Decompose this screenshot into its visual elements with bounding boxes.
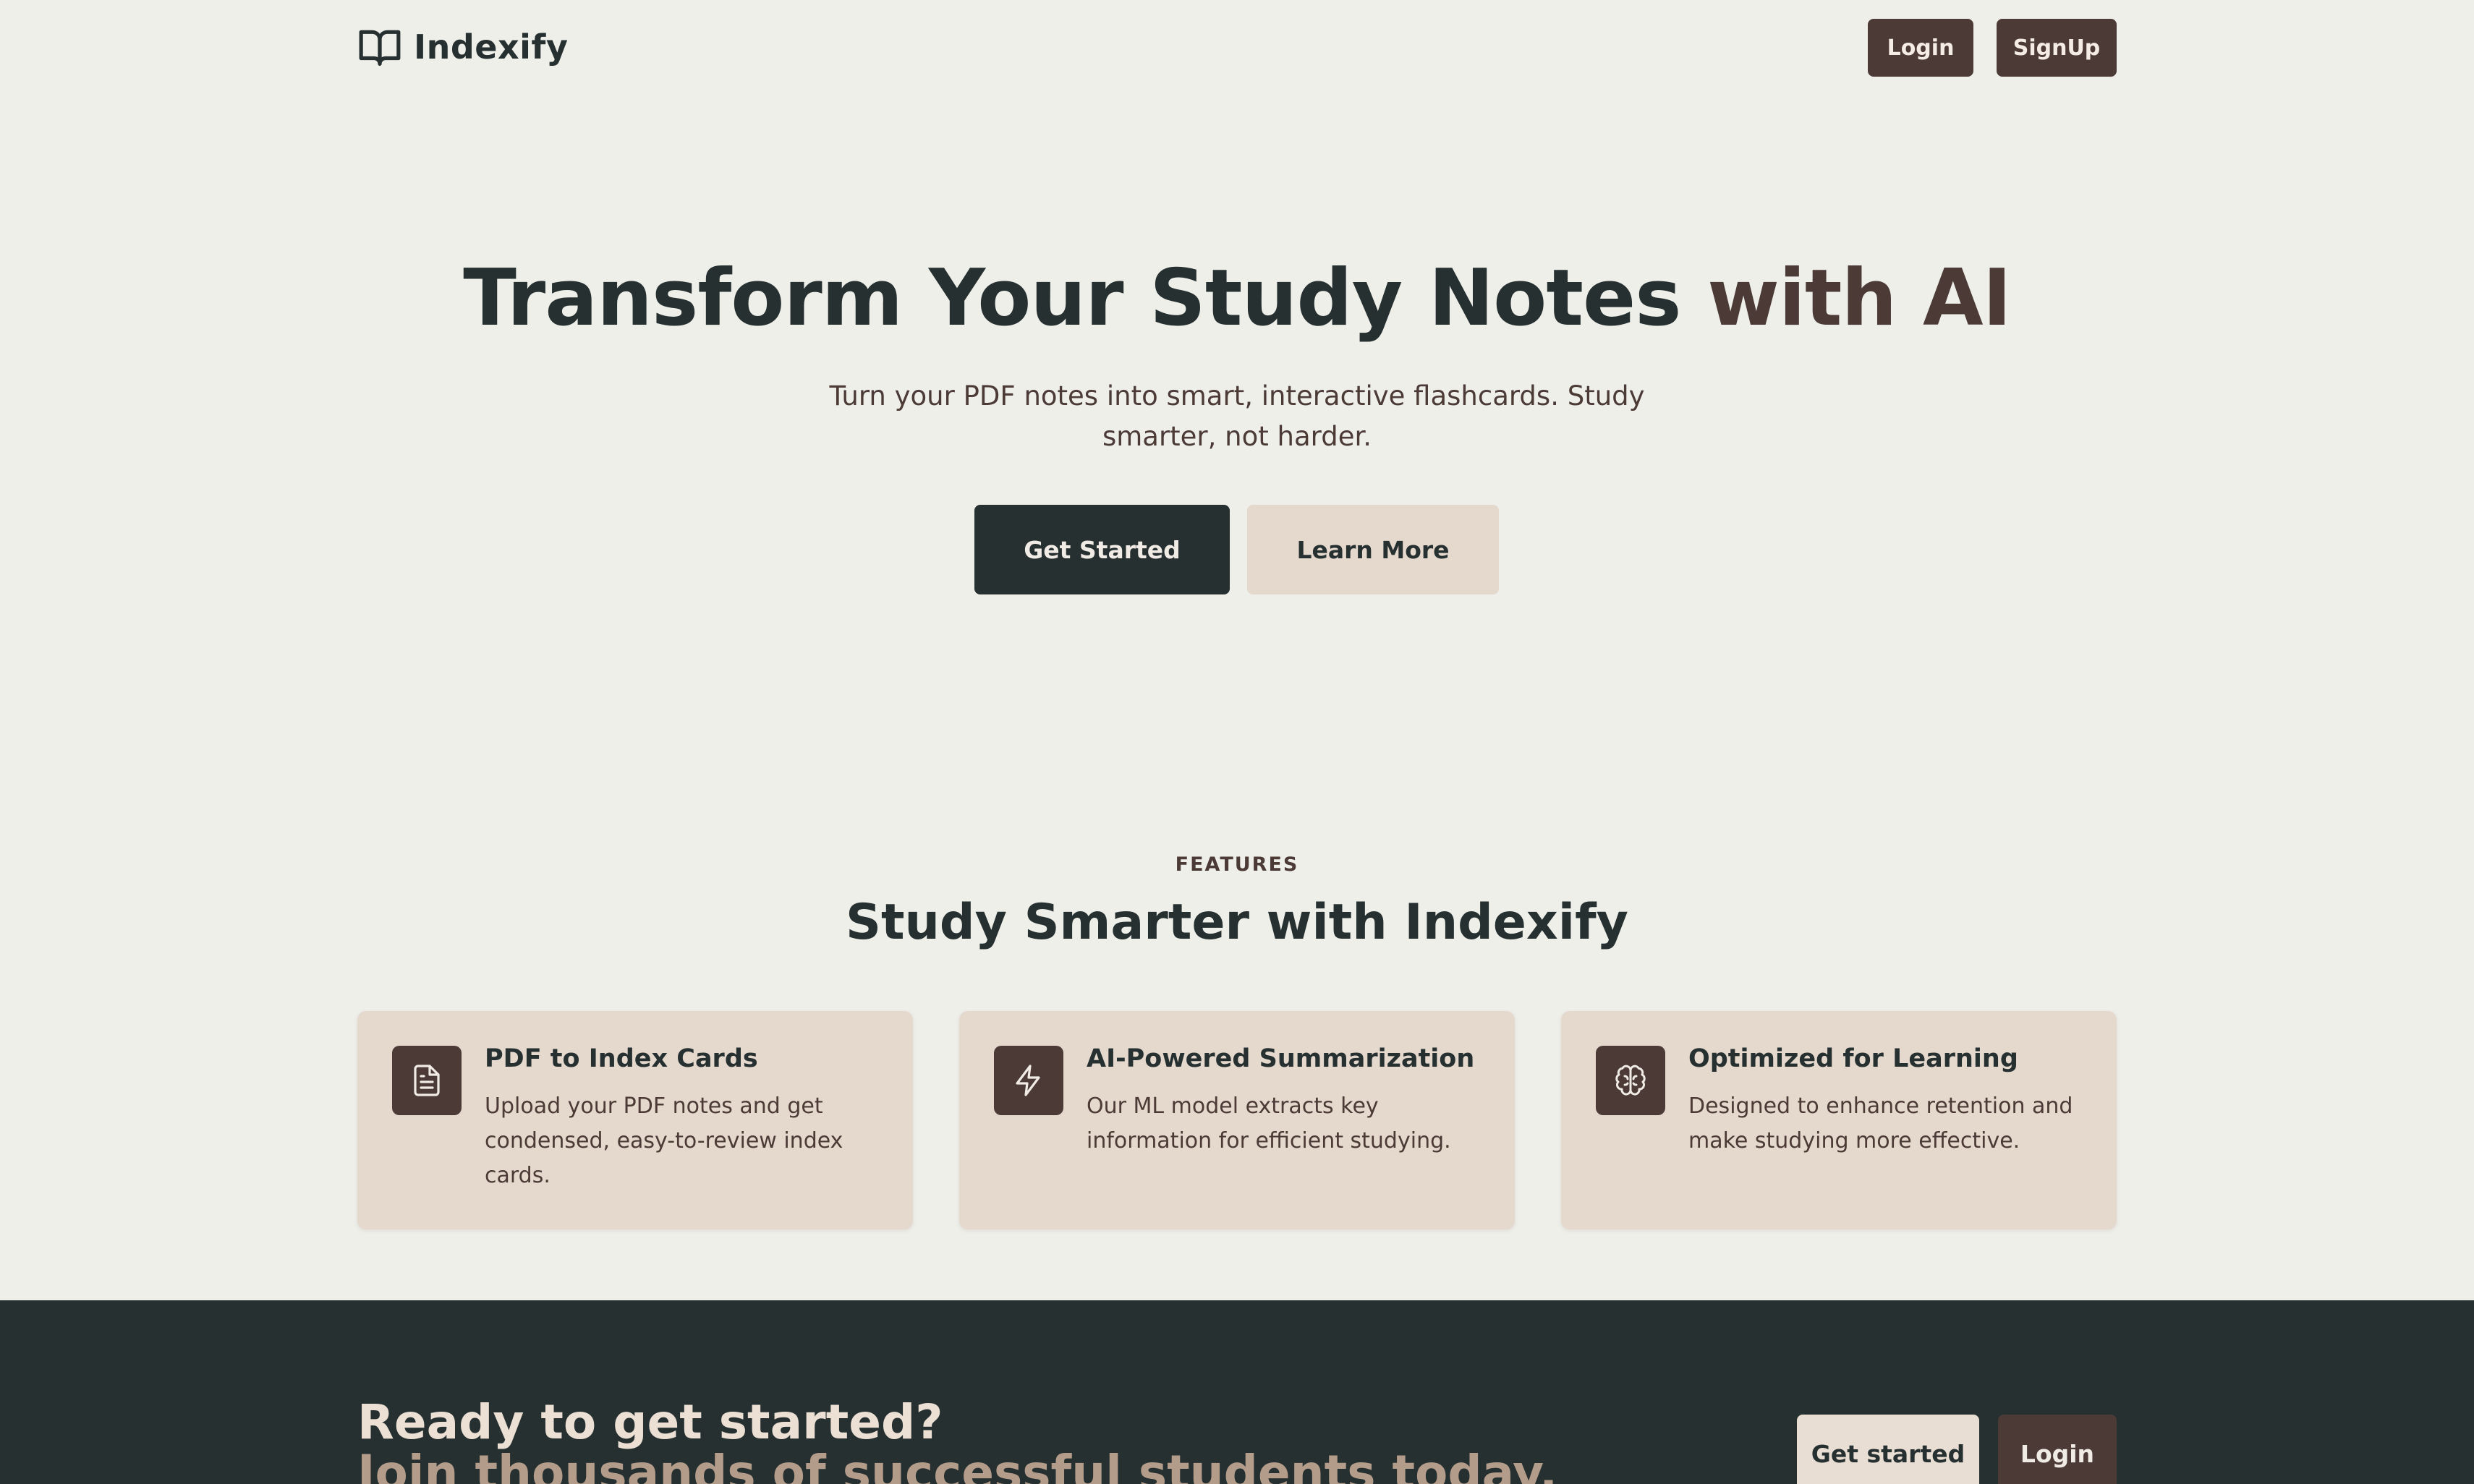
lightning-icon xyxy=(1016,1065,1040,1096)
cta-login-button[interactable]: Login xyxy=(1998,1415,2117,1484)
feature-title: AI-Powered Summarization xyxy=(1087,1044,1475,1073)
cta-get-started-button[interactable]: Get started xyxy=(1797,1415,1979,1484)
features-title: Study Smarter with Indexify xyxy=(846,894,1628,951)
hero-title-accent: with AI xyxy=(1707,253,2012,344)
hero-title: Transform Your Study Notes with AI xyxy=(0,253,2474,344)
feature-icon-box xyxy=(392,1046,462,1115)
feature-card-pdf: PDF to Index Cards Upload your PDF notes… xyxy=(357,1011,913,1229)
feature-description: Designed to enhance retention and make s… xyxy=(1688,1093,2073,1153)
cta-title: Ready to get started? xyxy=(357,1394,943,1450)
hero-title-main: Transform Your Study Notes xyxy=(463,253,1708,344)
open-book-icon xyxy=(359,30,401,66)
brain-icon xyxy=(1615,1065,1646,1096)
feature-icon-box xyxy=(994,1046,1063,1115)
feature-title: PDF to Index Cards xyxy=(485,1044,758,1073)
hero-subtitle: Turn your PDF notes into smart, interact… xyxy=(829,380,1645,452)
document-icon xyxy=(414,1065,440,1096)
brand-logo[interactable]: Indexify xyxy=(357,25,568,69)
features-eyebrow: FEATURES xyxy=(1175,853,1299,876)
cta-section: Ready to get started? Join thousands of … xyxy=(0,1300,2474,1484)
landing-page: Indexify Login SignUp Transform Your Stu… xyxy=(0,0,2474,1484)
signup-button[interactable]: SignUp xyxy=(1997,19,2117,77)
feature-description: Upload your PDF notes and get condensed,… xyxy=(485,1093,843,1188)
brand-name: Indexify xyxy=(414,27,569,67)
cta-subtitle: Join thousands of successful students to… xyxy=(357,1445,1558,1484)
login-button[interactable]: Login xyxy=(1868,19,1973,77)
feature-icon-box xyxy=(1596,1046,1665,1115)
top-navbar: Indexify Login SignUp xyxy=(0,0,2474,94)
feature-card-summarization: AI-Powered Summarization Our ML model ex… xyxy=(959,1011,1515,1229)
learn-more-button[interactable]: Learn More xyxy=(1247,505,1499,594)
feature-description: Our ML model extracts key information fo… xyxy=(1087,1093,1451,1153)
feature-card-learning: Optimized for Learning Designed to enhan… xyxy=(1561,1011,2117,1229)
feature-title: Optimized for Learning xyxy=(1688,1044,2018,1073)
get-started-button[interactable]: Get Started xyxy=(974,505,1230,594)
